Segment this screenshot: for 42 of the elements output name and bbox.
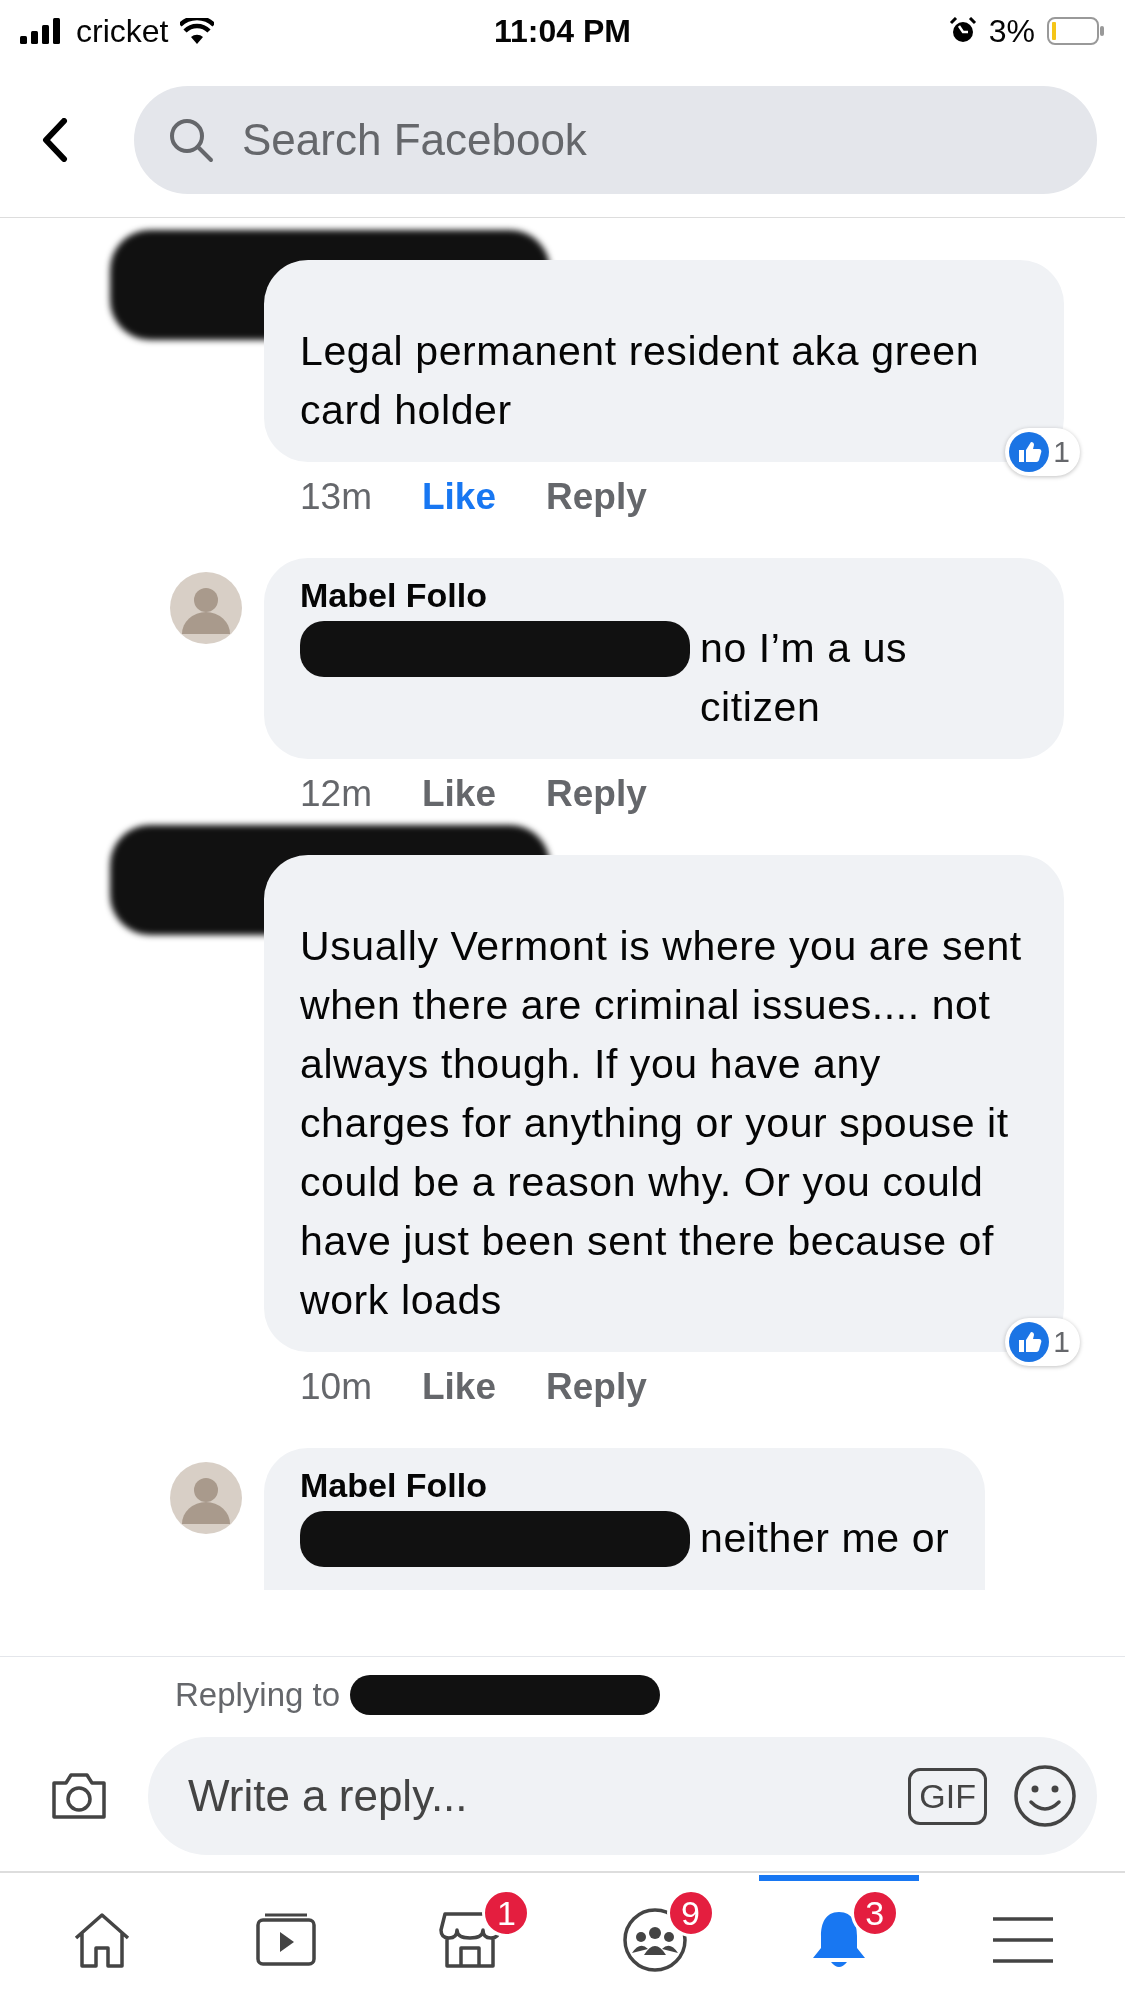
reply-link[interactable]: Reply [546, 476, 647, 518]
reply-input[interactable]: Write a reply... [186, 1770, 883, 1822]
thumbs-up-icon [1009, 1322, 1050, 1362]
reply-link[interactable]: Reply [546, 773, 647, 815]
replying-to-label: Replying to [175, 1676, 341, 1714]
search-field[interactable]: Search Facebook [240, 113, 1063, 166]
reaction-count[interactable]: 1 [1005, 428, 1080, 476]
comment-time: 10m [300, 1366, 372, 1408]
thumbs-up-icon [1009, 432, 1050, 472]
reply-field[interactable]: Write a reply... GIF [148, 1737, 1097, 1855]
carrier-name: cricket [76, 12, 169, 50]
comment-author[interactable]: Mabel Follo [300, 576, 1028, 615]
groups-tab[interactable]: 9 [574, 1875, 735, 1999]
search-bar[interactable]: Search Facebook [134, 85, 1097, 194]
reaction-count[interactable]: 1 [1005, 1318, 1080, 1366]
like-link[interactable]: Like [422, 1366, 497, 1408]
menu-icon [990, 1915, 1055, 1965]
reply-link[interactable]: Reply [546, 1366, 647, 1408]
marketplace-tab[interactable]: 1 [390, 1875, 551, 1999]
battery-percent: 3% [988, 12, 1035, 50]
smiley-icon[interactable] [1013, 1764, 1077, 1828]
wifi-icon [180, 18, 215, 44]
notification-badge: 9 [666, 1889, 715, 1937]
battery-icon [1047, 17, 1105, 45]
comment-author[interactable]: Mabel Follo [300, 1466, 950, 1505]
comment-text: Legal permanent resident aka green card holder [300, 327, 981, 435]
like-link[interactable]: Like [422, 773, 497, 815]
comment-time: 12m [300, 773, 372, 815]
comment-text: neither me or [700, 1514, 950, 1563]
comment-time: 13m [300, 476, 372, 518]
notifications-tab[interactable]: 3 [758, 1875, 919, 1999]
clock-time: 11:04 PM [494, 12, 631, 50]
avatar [170, 1462, 242, 1534]
gif-button[interactable]: GIF [908, 1767, 987, 1825]
comment-text: no I’m a us citizen [700, 624, 909, 732]
camera-icon[interactable] [50, 1771, 108, 1821]
play-icon [255, 1912, 318, 1968]
alarm-icon [948, 17, 977, 45]
notification-badge: 3 [850, 1889, 899, 1937]
like-link[interactable]: Like [422, 476, 497, 518]
avatar [170, 572, 242, 644]
search-icon [168, 116, 214, 163]
